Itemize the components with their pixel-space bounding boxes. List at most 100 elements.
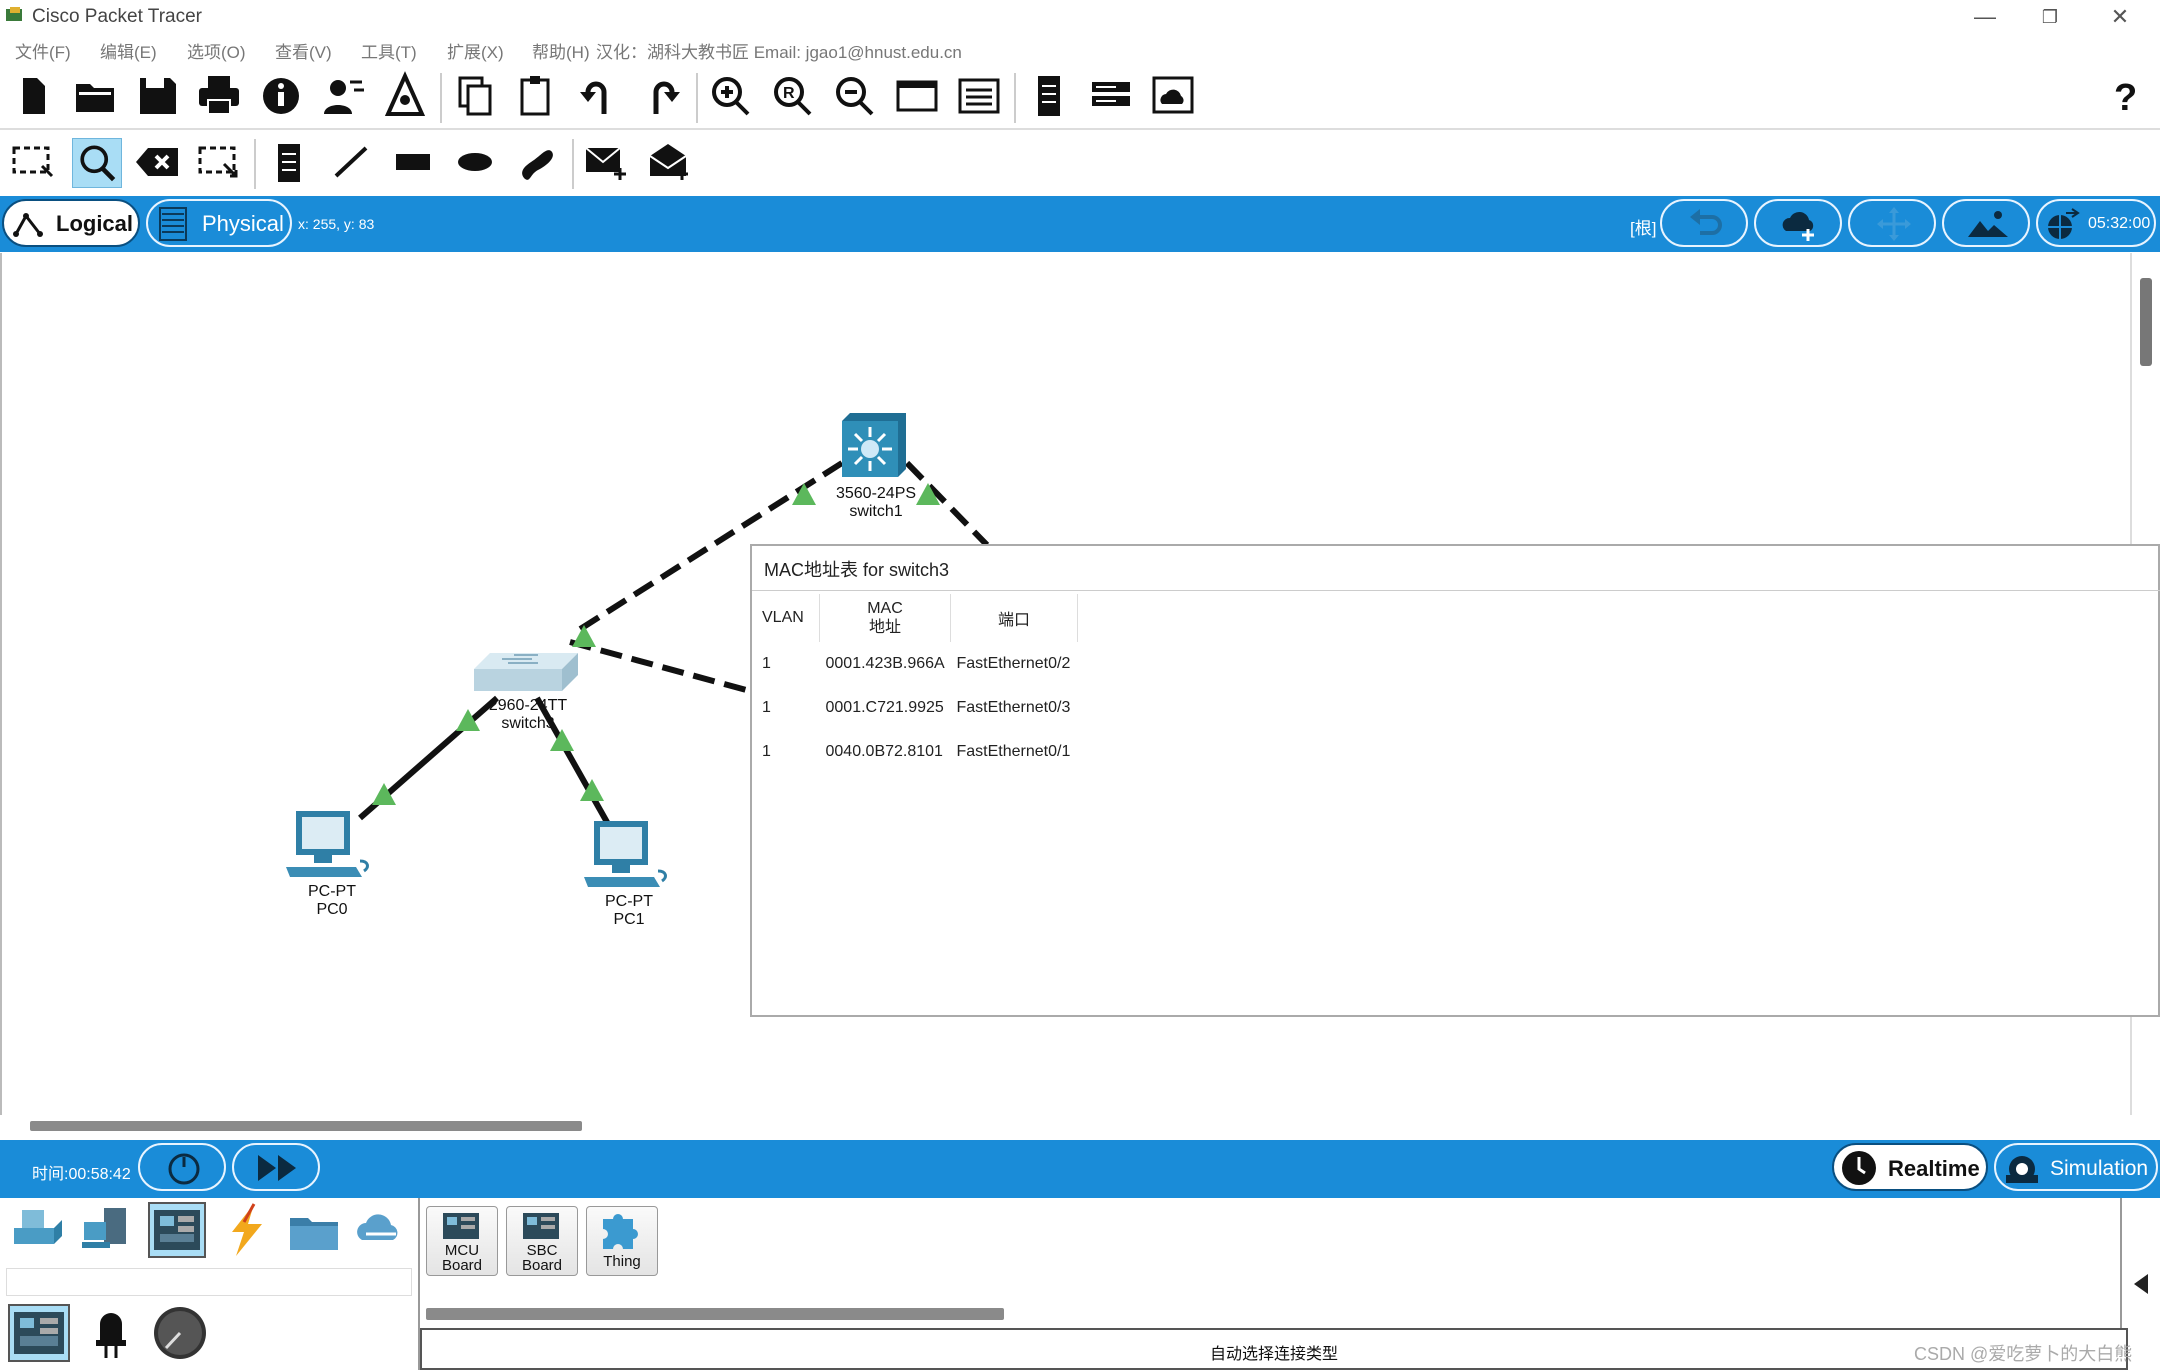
switch1-device[interactable] <box>838 409 910 481</box>
device-rack-icon[interactable] <box>1086 70 1136 122</box>
boards-subcategory-button[interactable] <box>8 1304 70 1362</box>
menu-tools[interactable]: 工具(T) <box>361 38 417 63</box>
palette-scrollbar-thumb[interactable] <box>426 1308 1004 1320</box>
realtime-label: Realtime <box>1888 1156 1980 1181</box>
toolbar-separator <box>1014 73 1016 123</box>
menu-extensions[interactable]: 扩展(X) <box>447 38 504 63</box>
power-cycle-button[interactable] <box>138 1143 226 1191</box>
realtime-mode-button[interactable]: Realtime <box>1832 1143 1988 1191</box>
open-folder-icon[interactable] <box>70 70 120 122</box>
menu-view[interactable]: 查看(V) <box>275 38 332 63</box>
fast-forward-button[interactable] <box>232 1143 320 1191</box>
root-level-label[interactable]: [根] <box>1630 214 1656 239</box>
components-category-button[interactable] <box>148 1202 206 1258</box>
menu-file[interactable]: 文件(F) <box>15 38 71 63</box>
device-search-field[interactable] <box>6 1268 412 1296</box>
logical-view-button[interactable]: Logical <box>2 199 140 247</box>
pc0-label: PC-PT PC0 <box>308 883 356 918</box>
draw-ellipse-icon[interactable] <box>450 136 500 188</box>
miscellaneous-folder-icon[interactable] <box>286 1202 342 1258</box>
vertical-scrollbar-thumb[interactable] <box>2140 278 2152 366</box>
restore-button[interactable]: ❐ <box>2020 0 2080 34</box>
multiuser-cloud-icon[interactable] <box>352 1202 412 1258</box>
place-note-icon[interactable] <box>264 136 314 188</box>
dialog-title: MAC地址表 for switch3 <box>764 560 950 580</box>
puzzle-piece-icon <box>603 1214 638 1249</box>
globe-clock-icon <box>2048 208 2080 239</box>
mac-table-dialog[interactable]: MAC地址表 for switch3 VLAN MAC 地址 端口 1 0001.… <box>750 544 2160 1017</box>
pc1-device[interactable] <box>584 819 674 893</box>
paste-icon[interactable] <box>512 70 562 122</box>
thing-device[interactable]: Thing <box>586 1206 658 1276</box>
back-level-button[interactable] <box>1660 199 1748 247</box>
physical-label: Physical <box>202 211 284 236</box>
menu-help[interactable]: 帮助(H) <box>532 38 590 63</box>
magnifier-icon <box>80 145 116 182</box>
menu-options[interactable]: 选项(O) <box>187 38 246 63</box>
print-icon[interactable] <box>194 70 244 122</box>
power-cycle-icon <box>168 1153 200 1185</box>
undo-icon[interactable] <box>574 70 624 122</box>
simulation-mode-button[interactable]: Simulation <box>1994 1143 2158 1191</box>
palette-right-divider <box>2120 1198 2122 1328</box>
pc-icon <box>286 811 369 877</box>
sensor-knob-icon[interactable] <box>150 1304 210 1362</box>
zoom-reset-icon[interactable]: R <box>768 70 818 122</box>
connections-category-icon[interactable] <box>218 1202 274 1258</box>
zoom-out-icon[interactable] <box>830 70 880 122</box>
horizontal-scrollbar-thumb[interactable] <box>30 1121 582 1131</box>
zoom-in-icon[interactable] <box>706 70 756 122</box>
menu-edit[interactable]: 编辑(E) <box>100 38 157 63</box>
end-devices-category-icon[interactable] <box>80 1202 136 1258</box>
network-devices-category-icon[interactable] <box>10 1202 66 1258</box>
stopwatch-icon <box>2006 1156 2038 1183</box>
set-background-button[interactable] <box>1942 199 2030 247</box>
cloud-screen-icon[interactable] <box>1148 70 1198 122</box>
redo-icon[interactable] <box>636 70 686 122</box>
delete-icon[interactable] <box>132 136 182 188</box>
select-icon[interactable] <box>8 136 58 188</box>
copy-icon[interactable] <box>450 70 500 122</box>
link-up-marker <box>572 625 596 647</box>
logical-label: Logical <box>56 211 134 236</box>
switch3-device[interactable] <box>474 645 578 701</box>
notes-icon[interactable] <box>1024 70 1074 122</box>
list-view-icon[interactable] <box>954 70 1004 122</box>
user-profile-icon[interactable] <box>318 70 368 122</box>
collapse-panel-arrow-icon[interactable] <box>2132 1272 2152 1296</box>
table-row: 1 0001.C721.9925 FastEthernet0/3 <box>762 699 1071 716</box>
minimize-button[interactable]: — <box>1955 0 2015 34</box>
sbc-board-label: SBC Board <box>521 1242 563 1274</box>
clock-icon <box>1842 1151 1876 1185</box>
new-cluster-button[interactable] <box>1754 199 1842 247</box>
sbc-board-icon <box>523 1213 559 1239</box>
move-object-button[interactable] <box>1848 199 1936 247</box>
save-icon[interactable] <box>132 70 182 122</box>
pc0-device[interactable] <box>286 809 376 883</box>
sbc-board-device[interactable]: SBC Board <box>506 1206 578 1276</box>
add-complex-pdu-icon[interactable] <box>644 136 694 188</box>
help-icon[interactable]: ? <box>2100 70 2150 122</box>
physical-view-button[interactable]: Physical <box>146 199 292 247</box>
switch1-label: 3560-24PS switch1 <box>835 485 917 520</box>
add-simple-pdu-icon[interactable] <box>582 136 632 188</box>
activity-wizard-icon[interactable] <box>380 70 430 122</box>
switch3-label: 2960-24TT switch3 <box>488 697 568 732</box>
toolbar-separator <box>254 139 256 189</box>
inspect-tool-button[interactable] <box>72 138 122 188</box>
close-button[interactable]: ✕ <box>2090 0 2150 34</box>
viewport-clock-button[interactable]: 05:32:00 <box>2036 199 2156 247</box>
column-header-port: 端口 <box>950 594 1078 642</box>
mcu-board-device[interactable]: MCU Board <box>426 1206 498 1276</box>
svg-text:R: R <box>783 85 795 102</box>
new-file-icon[interactable] <box>8 70 58 122</box>
resize-shape-icon[interactable] <box>194 136 244 188</box>
info-icon[interactable] <box>256 70 306 122</box>
actuator-led-icon[interactable] <box>84 1304 138 1362</box>
draw-rectangle-icon[interactable] <box>388 136 438 188</box>
window-icon[interactable] <box>892 70 942 122</box>
simulation-bar: 时间:00:58:42 Realtime Simulation <box>0 1140 2160 1198</box>
mac-address-table: VLAN MAC 地址 端口 1 0001.423B.966A FastEther… <box>756 594 1078 774</box>
draw-line-icon[interactable] <box>326 136 376 188</box>
freeform-icon[interactable] <box>512 136 562 188</box>
